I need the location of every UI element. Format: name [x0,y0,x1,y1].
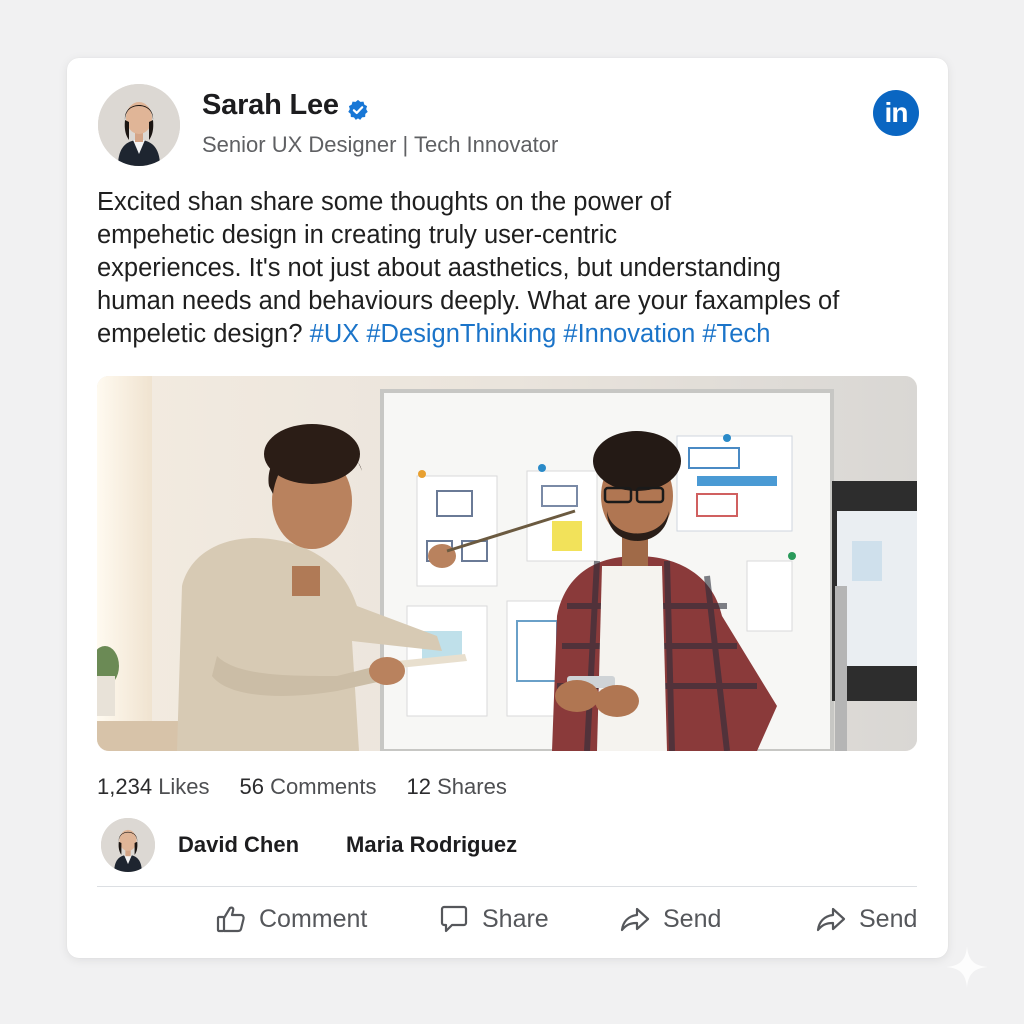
author-avatar[interactable] [98,84,180,166]
shares-count[interactable]: 12 Shares [407,774,507,800]
post-text-line: empeletic design? [97,320,303,348]
post-text-line: human needs and behaviours deeply. What … [97,287,840,315]
send-label: Send [859,904,918,933]
post-photo[interactable] [97,376,917,751]
post-text-line: empehetic design in creating truly user-… [97,221,618,249]
engagement-stats: 1,234 Likes 56 Comments 12 Shares [97,774,507,800]
send-button-secondary[interactable]: Send [815,903,917,935]
send-label: Send [663,904,722,933]
author-name-row[interactable]: Sarah Lee [202,89,369,122]
verified-check-icon [347,96,369,120]
post-text-line-last: empeletic design? #UX #DesignThinking #I… [97,318,912,351]
send-button[interactable]: Send [619,903,721,935]
comment-label: Comment [259,904,368,933]
hashtag-link[interactable]: #DesignThinking [366,320,556,348]
author-headline: Senior UX Designer | Tech Innovator [202,132,559,157]
post-text-line: Excited shan share some thoughts on the … [97,188,672,216]
share-label: Share [482,904,549,933]
hashtag-link[interactable]: #Tech [702,320,770,348]
post-card: Sarah Lee Senior UX Designer | Tech Inno… [67,58,948,958]
hashtag-link[interactable]: #UX [310,320,360,348]
post-body: Excited shan share some thoughts on the … [97,186,912,351]
forward-arrow-icon [815,903,847,935]
share-button[interactable]: Share [438,903,549,935]
thumbs-up-icon [215,903,247,935]
commenters-row: David Chen Maria Rodriguez [101,818,517,872]
forward-arrow-icon [619,903,651,935]
action-bar: Comment Share Send Send [67,903,948,943]
likes-count[interactable]: 1,234 Likes [97,774,210,800]
comment-button[interactable]: Comment [215,903,367,935]
divider [97,886,917,887]
commenter-name[interactable]: Maria Rodriguez [346,832,517,858]
linkedin-logo-icon[interactable]: in [873,90,919,136]
sparkle-icon [944,944,990,990]
post-text-line: experiences. It's not just about aasthet… [97,254,781,282]
commenter-avatar[interactable] [101,818,155,872]
speech-bubble-icon [438,903,470,935]
comments-count[interactable]: 56 Comments [240,774,377,800]
commenter-name[interactable]: David Chen [178,832,299,858]
author-name[interactable]: Sarah Lee [202,89,339,122]
hashtag-link[interactable]: #Innovation [563,320,695,348]
